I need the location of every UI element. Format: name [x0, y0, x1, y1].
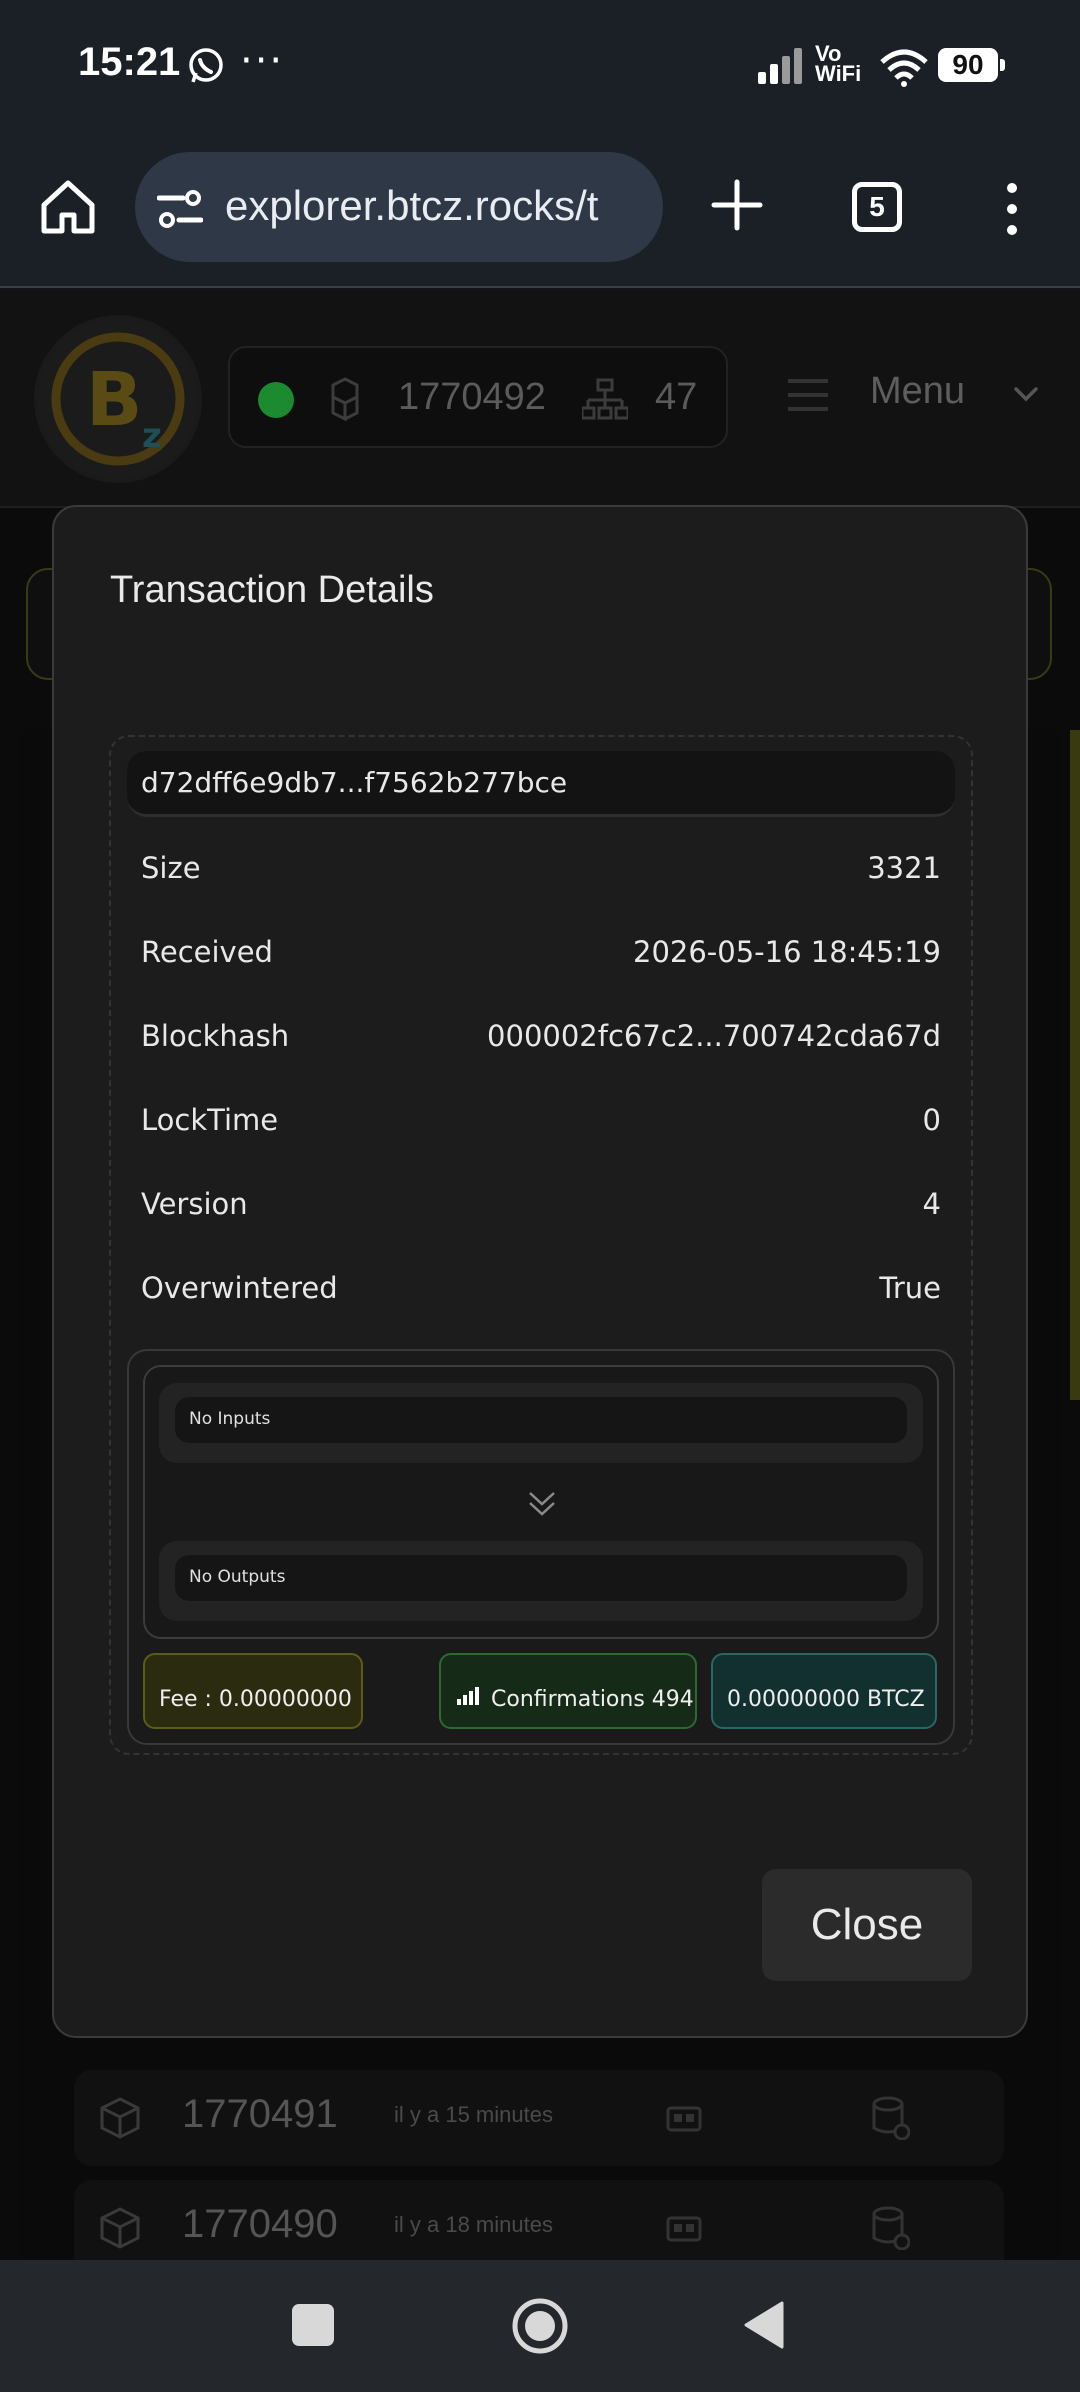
whatsapp-icon [189, 48, 223, 83]
system-nav-bar [0, 2260, 1080, 2392]
svg-text:z: z [142, 416, 162, 456]
txid-field[interactable]: d72dff6e9db7...f7562b277bce [127, 751, 955, 817]
detail-row-overwintered: Overwintered True [141, 1263, 941, 1313]
no-outputs-text: No Outputs [189, 1567, 286, 1587]
blocks-icon [331, 377, 359, 422]
detail-row-received: Received 2026-05-16 18:45:19 [141, 927, 941, 977]
wifi-icon [880, 49, 928, 87]
new-tab-icon[interactable] [710, 178, 764, 232]
svg-text:B: B [86, 357, 142, 443]
battery-indicator: 90 [938, 48, 1005, 82]
signal-bars-icon [457, 1687, 479, 1705]
miner-icon [666, 2106, 702, 2132]
blockhash-link[interactable]: 000002fc67c2...700742cda67d [487, 1019, 941, 1053]
block-height[interactable]: 1770490 [182, 2202, 338, 2247]
amount-badge: 0.00000000 BTCZ [711, 1653, 937, 1729]
block-height[interactable]: 1770491 [182, 2092, 338, 2137]
detail-label: LockTime [141, 1103, 279, 1137]
network-status: 1770492 47 [228, 346, 728, 448]
nav-home-icon[interactable] [510, 2296, 570, 2356]
block-icon [100, 2097, 140, 2139]
detail-label: Overwintered [141, 1271, 338, 1305]
bitcoinz-logo-icon[interactable]: B z [34, 315, 202, 483]
confirmations-badge: Confirmations 494 [439, 1653, 697, 1729]
amount-value: 0.00000000 BTCZ [727, 1687, 925, 1712]
address-bar[interactable]: explorer.btcz.rocks/t [135, 152, 663, 262]
double-chevron-down-icon [529, 1492, 555, 1516]
block-row[interactable]: 1770491 il y a 15 minutes [74, 2070, 1004, 2166]
detail-row-locktime: LockTime 0 [141, 1095, 941, 1145]
transaction-details-modal: Transaction Details d72dff6e9db7...f7562… [52, 505, 1028, 2038]
database-add-icon [872, 2096, 910, 2140]
detail-row-version: Version 4 [141, 1179, 941, 1229]
detail-row-blockhash: Blockhash 000002fc67c2...700742cda67d [141, 1011, 941, 1061]
url-text: explorer.btcz.rocks/t [225, 182, 599, 229]
inputs-outputs-section: No Inputs No Outputs Fee : 0.00000000 Co… [127, 1349, 955, 1745]
more-notifications-icon: ··· [240, 38, 285, 84]
detail-label: Version [141, 1187, 248, 1221]
detail-value: 0 [922, 1103, 941, 1137]
status-bar: 15:21 ··· Vo WiFi 90 [0, 0, 1080, 140]
detail-value: 3321 [867, 851, 941, 885]
recents-button[interactable] [292, 2304, 334, 2346]
detail-label: Received [141, 935, 273, 969]
vowifi-label: Vo WiFi [815, 41, 862, 86]
inputs-list: No Inputs [175, 1397, 907, 1443]
detail-value: 2026-05-16 18:45:19 [633, 935, 941, 969]
miner-icon [666, 2216, 702, 2242]
tab-switcher-button[interactable]: 5 [852, 182, 902, 232]
block-height: 1770492 [398, 376, 546, 418]
detail-label: Size [141, 851, 201, 885]
transaction-details-card: d72dff6e9db7...f7562b277bce Size 3321 Re… [109, 735, 973, 1755]
detail-value: 4 [922, 1187, 941, 1221]
close-button[interactable]: Close [762, 1869, 972, 1981]
fee-badge: Fee : 0.00000000 [143, 1653, 363, 1729]
network-nodes-icon [582, 378, 628, 420]
menu-button[interactable]: Menu [870, 370, 965, 413]
site-settings-icon[interactable] [157, 186, 203, 232]
txid-value: d72dff6e9db7...f7562b277bce [141, 766, 568, 799]
database-add-icon [872, 2206, 910, 2250]
status-time: 15:21 [78, 40, 181, 84]
fee-value: Fee : 0.00000000 [159, 1687, 352, 1712]
online-indicator [258, 382, 294, 418]
block-time: il y a 18 minutes [394, 2212, 553, 2237]
no-inputs-text: No Inputs [189, 1409, 271, 1429]
nav-back-icon[interactable] [742, 2300, 786, 2350]
confirmations-value: Confirmations 494 [491, 1687, 694, 1712]
chevron-down-icon[interactable] [1014, 386, 1038, 402]
outputs-list: No Outputs [175, 1555, 907, 1601]
more-options-icon[interactable] [1000, 182, 1024, 236]
detail-row-size: Size 3321 [141, 843, 941, 893]
outputs-group: No Outputs [159, 1541, 923, 1621]
hamburger-icon[interactable] [788, 378, 828, 412]
home-icon[interactable] [38, 177, 98, 237]
browser-toolbar: explorer.btcz.rocks/t 5 [0, 140, 1080, 288]
inputs-group: No Inputs [159, 1383, 923, 1463]
block-time: il y a 15 minutes [394, 2102, 553, 2127]
scroll-accent [1070, 730, 1080, 1400]
signal-icon [758, 48, 802, 84]
block-icon [100, 2207, 140, 2249]
detail-value: True [879, 1271, 941, 1305]
modal-title: Transaction Details [110, 569, 434, 611]
peer-count: 47 [655, 376, 698, 418]
site-header: B z 1770492 47 Menu [0, 290, 1080, 508]
detail-label: Blockhash [141, 1019, 290, 1053]
inputs-outputs-box: No Inputs No Outputs [143, 1365, 939, 1639]
